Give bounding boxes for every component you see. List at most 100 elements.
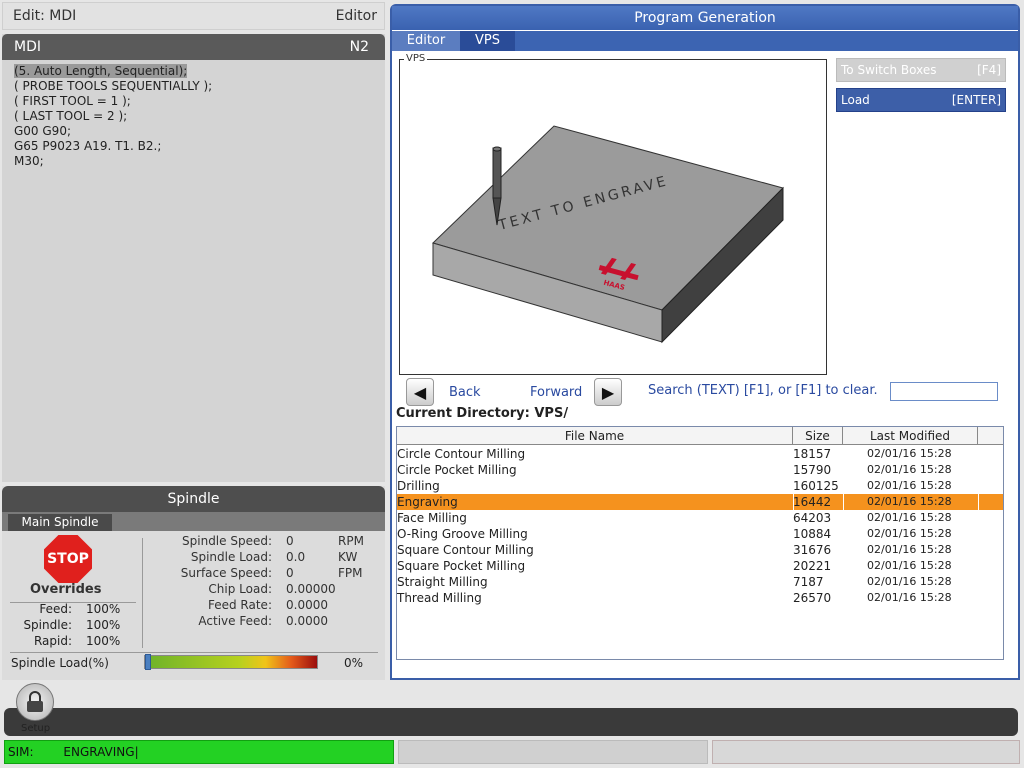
status-text: ENGRAVING| [63, 745, 139, 759]
vps-legend: VPS [404, 53, 428, 64]
stop-label: STOP [44, 535, 92, 583]
engraving-preview-illustration: TEXT TO ENGRAVE HAAS [432, 125, 784, 344]
file-modified: 02/01/16 15:28 [867, 495, 952, 508]
load-label: Load [841, 93, 870, 107]
file-row[interactable]: Drilling 160125 02/01/16 15:28 [397, 478, 1003, 494]
stat-unit: KW [338, 550, 358, 564]
forward-label[interactable]: Forward [530, 385, 582, 400]
file-modified: 02/01/16 15:28 [867, 559, 952, 572]
file-modified: 02/01/16 15:28 [867, 447, 952, 460]
mdi-code-editor[interactable]: (5. Auto Length, Sequential); ( PROBE TO… [2, 60, 385, 169]
file-table-header: File Name Size Last Modified [397, 427, 1003, 445]
file-row[interactable]: Straight Milling 7187 02/01/16 15:28 [397, 574, 1003, 590]
file-row[interactable]: Circle Contour Milling 18157 02/01/16 15:2… [397, 446, 1003, 462]
file-row[interactable]: Face Milling 64203 02/01/16 15:28 [397, 510, 1003, 526]
file-size: 15790 [793, 463, 832, 477]
file-size: 20221 [793, 559, 832, 573]
stat-value: 0.0000 [286, 614, 328, 628]
search-input[interactable] [890, 382, 998, 401]
spindle-load-percent: 0% [344, 656, 364, 670]
stat-value: 0 [286, 566, 294, 580]
file-row[interactable]: Thread Milling 26570 02/01/16 15:28 [397, 590, 1003, 606]
override-value: 100% [86, 634, 121, 648]
tab-editor[interactable]: Editor [392, 31, 460, 51]
column-size[interactable]: Size [793, 427, 843, 445]
file-modified: 02/01/16 15:28 [867, 543, 952, 556]
file-name: Circle Pocket Milling [397, 463, 517, 477]
switch-boxes-key: [F4] [977, 63, 1001, 77]
file-row[interactable]: Square Pocket Milling 20221 02/01/16 15:28 [397, 558, 1003, 574]
spindle-header: Spindle [2, 486, 385, 512]
code-line[interactable]: ( FIRST TOOL = 1 ); [14, 94, 385, 109]
code-line[interactable]: ( LAST TOOL = 2 ); [14, 109, 385, 124]
file-size: 18157 [793, 447, 832, 461]
mdi-panel: MDI N2 (5. Auto Length, Sequential); ( P… [2, 34, 385, 482]
current-directory: Current Directory: VPS/ [396, 406, 569, 421]
column-last-modified[interactable]: Last Modified [843, 427, 978, 445]
setup-label: Setup [21, 723, 51, 734]
stat-label: Chip Load: [208, 582, 272, 596]
file-name: Face Milling [397, 511, 467, 525]
tab-main-spindle[interactable]: Main Spindle [8, 514, 112, 531]
column-file-name[interactable]: File Name [397, 427, 793, 445]
stat-value: 0 [286, 534, 294, 548]
stat-unit: FPM [338, 566, 363, 580]
file-row[interactable]: Circle Pocket Milling 15790 02/01/16 15:28 [397, 462, 1003, 478]
switch-boxes-button[interactable]: To Switch Boxes [F4] [836, 58, 1006, 82]
overrides-label: Overrides [30, 582, 102, 597]
stop-sign-icon: STOP [44, 535, 92, 583]
code-line[interactable]: G65 P9023 A19. T1. B2.; [14, 139, 385, 154]
stat-value: 0.0000 [286, 598, 328, 612]
spindle-panel: Spindle Main Spindle STOP Overrides Feed… [2, 486, 385, 680]
row-separator [978, 494, 979, 510]
edit-mode-title: Edit: MDI [13, 8, 77, 24]
file-modified: 02/01/16 15:28 [867, 575, 952, 588]
file-row[interactable]: Engraving 16442 02/01/16 15:28 [397, 494, 1003, 510]
spindle-load-bar [144, 654, 318, 670]
file-size: 31676 [793, 543, 832, 557]
vps-preview: VPS TEXT TO ENGRAVE HAAS [399, 53, 827, 375]
stat-label: Active Feed: [198, 614, 272, 628]
file-row[interactable]: Square Contour Milling 31676 02/01/16 15:2… [397, 542, 1003, 558]
file-size: 64203 [793, 511, 832, 525]
mdi-block-number: N2 [349, 39, 369, 55]
override-label: Rapid: [33, 634, 72, 648]
search-hint: Search (TEXT) [F1], or [F1] to clear. [648, 383, 878, 398]
override-label: Spindle: [23, 618, 72, 632]
file-size: 10884 [793, 527, 832, 541]
code-line[interactable]: ( PROBE TOOLS SEQUENTIALLY ); [14, 79, 385, 94]
back-label[interactable]: Back [449, 385, 481, 400]
file-size: 26570 [793, 591, 832, 605]
back-arrow-icon[interactable]: ◀ [406, 378, 434, 406]
code-line[interactable]: G00 G90; [14, 124, 385, 139]
file-name: Engraving [397, 495, 458, 509]
spindle-load-label: Spindle Load(%) [11, 656, 109, 670]
mdi-header: MDI N2 [2, 34, 385, 60]
program-generation-panel: Program Generation Editor VPS VPS TEXT T… [390, 4, 1020, 680]
code-line[interactable]: (5. Auto Length, Sequential); [14, 64, 385, 79]
forward-arrow-icon[interactable]: ▶ [594, 378, 622, 406]
status-bar-right [712, 740, 1020, 764]
file-row[interactable]: O-Ring Groove Milling 10884 02/01/16 15:28 [397, 526, 1003, 542]
status-bar-middle [398, 740, 708, 764]
program-generation-title: Program Generation [392, 6, 1018, 30]
spindle-divider [142, 538, 143, 648]
file-modified: 02/01/16 15:28 [867, 511, 952, 524]
load-button[interactable]: Load [ENTER] [836, 88, 1006, 112]
row-separator [793, 494, 794, 510]
bottom-toolbar [4, 708, 1018, 736]
program-tabs: Editor VPS [392, 31, 1018, 51]
file-name: Drilling [397, 479, 440, 493]
stat-unit: RPM [338, 534, 364, 548]
setup-button[interactable] [16, 683, 54, 721]
editor-mode-label: Editor [335, 8, 377, 24]
tab-vps[interactable]: VPS [460, 31, 515, 51]
override-value: 100% [86, 618, 121, 632]
switch-boxes-label: To Switch Boxes [841, 63, 937, 77]
stat-label: Surface Speed: [180, 566, 272, 580]
mdi-title: MDI [14, 39, 41, 55]
stat-value: 0.0 [286, 550, 306, 564]
file-name: Thread Milling [397, 591, 482, 605]
code-line[interactable]: M30; [14, 154, 385, 169]
load-divider [10, 652, 378, 653]
